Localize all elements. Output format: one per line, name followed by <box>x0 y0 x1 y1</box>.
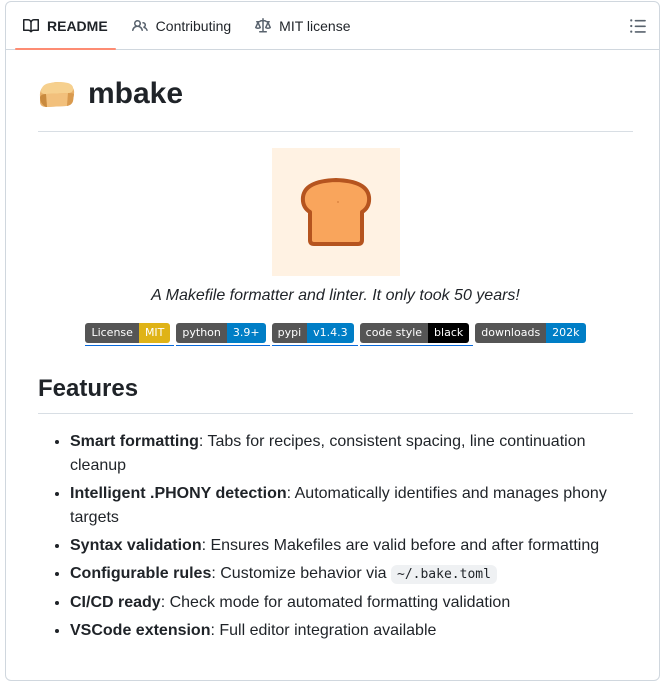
feature-name: Smart formatting <box>70 433 199 450</box>
code-style-badge: code style black <box>359 322 470 343</box>
pypi-badge-link[interactable]: pypi v1.4.3 <box>271 322 358 346</box>
bread-emoji <box>38 77 76 111</box>
tab-readme-label: README <box>47 17 108 34</box>
tab-mit-license-label: MIT license <box>279 17 351 34</box>
feature-description: : Customize behavior via <box>211 565 391 582</box>
feature-description: : Check mode for automated formatting va… <box>160 594 511 611</box>
list-item: CI/CD ready: Check mode for automated fo… <box>70 591 633 615</box>
license-badge: License MIT <box>85 322 171 343</box>
people-icon <box>131 18 148 34</box>
badge-value: 202k <box>546 323 586 343</box>
tagline: A Makefile formatter and linter. It only… <box>151 287 520 304</box>
feature-description: : Full editor integration available <box>210 622 437 639</box>
downloads-badge: downloads 202k <box>475 323 586 343</box>
book-icon <box>23 18 39 34</box>
python-badge-link[interactable]: python 3.9+ <box>176 322 270 346</box>
mbake-logo <box>271 148 400 276</box>
badge-value: black <box>428 322 470 343</box>
law-scale-icon <box>255 17 272 34</box>
feature-name: Configurable rules <box>70 565 212 582</box>
page-title: mbake <box>88 76 184 110</box>
feature-description: : Ensures Makefiles are valid before and… <box>201 537 600 554</box>
feature-name: Intelligent .PHONY detection <box>70 485 287 502</box>
badge-label: downloads <box>475 323 547 343</box>
tab-contributing-label: Contributing <box>155 17 232 34</box>
logo-container <box>38 148 633 276</box>
readme-tab-bar: README Contributing MIT license <box>6 2 659 50</box>
feature-name: CI/CD ready <box>70 594 161 611</box>
badge-label: code style <box>359 322 429 343</box>
list-item: Syntax validation: Ensures Makefiles are… <box>70 534 633 558</box>
feature-name: VSCode extension <box>70 622 211 639</box>
readme-panel: README Contributing MIT license mbake A … <box>5 1 660 681</box>
features-heading-row: Features <box>38 374 633 414</box>
tab-mit-license[interactable]: MIT license <box>247 2 358 49</box>
downloads-badge-link[interactable]: downloads 202k <box>475 323 586 345</box>
features-list: Smart formatting: Tabs for recipes, cons… <box>38 430 633 643</box>
tab-contributing[interactable]: Contributing <box>124 2 240 49</box>
pypi-badge: pypi v1.4.3 <box>271 322 354 343</box>
badge-value: 3.9+ <box>226 322 266 343</box>
list-item: Configurable rules: Customize behavior v… <box>70 562 633 587</box>
badge-value: MIT <box>138 322 171 343</box>
badge-label: pypi <box>271 322 308 343</box>
code-style-badge-link[interactable]: code style black <box>359 322 474 346</box>
badge-label: python <box>176 322 227 343</box>
badge-value: v1.4.3 <box>307 322 354 343</box>
python-badge: python 3.9+ <box>176 322 266 343</box>
tab-readme[interactable]: README <box>15 2 116 50</box>
list-item: Intelligent .PHONY detection: Automatica… <box>70 482 633 530</box>
license-badge-link[interactable]: License MIT <box>85 322 175 346</box>
feature-name: Syntax validation <box>70 537 202 554</box>
features-heading: Features <box>38 375 139 402</box>
badge-row: License MIT python 3.9+ pypi v1.4.3 code… <box>38 322 633 346</box>
readme-article: mbake A Makefile formatter and linter. I… <box>6 50 659 643</box>
badge-label: License <box>85 322 139 343</box>
list-item: VSCode extension: Full editor integratio… <box>70 619 633 643</box>
list-item: Smart formatting: Tabs for recipes, cons… <box>70 430 633 478</box>
list-unordered-icon[interactable] <box>629 17 647 35</box>
readme-title-row: mbake <box>38 50 633 132</box>
config-path-code: ~/.bake.toml <box>391 565 497 584</box>
